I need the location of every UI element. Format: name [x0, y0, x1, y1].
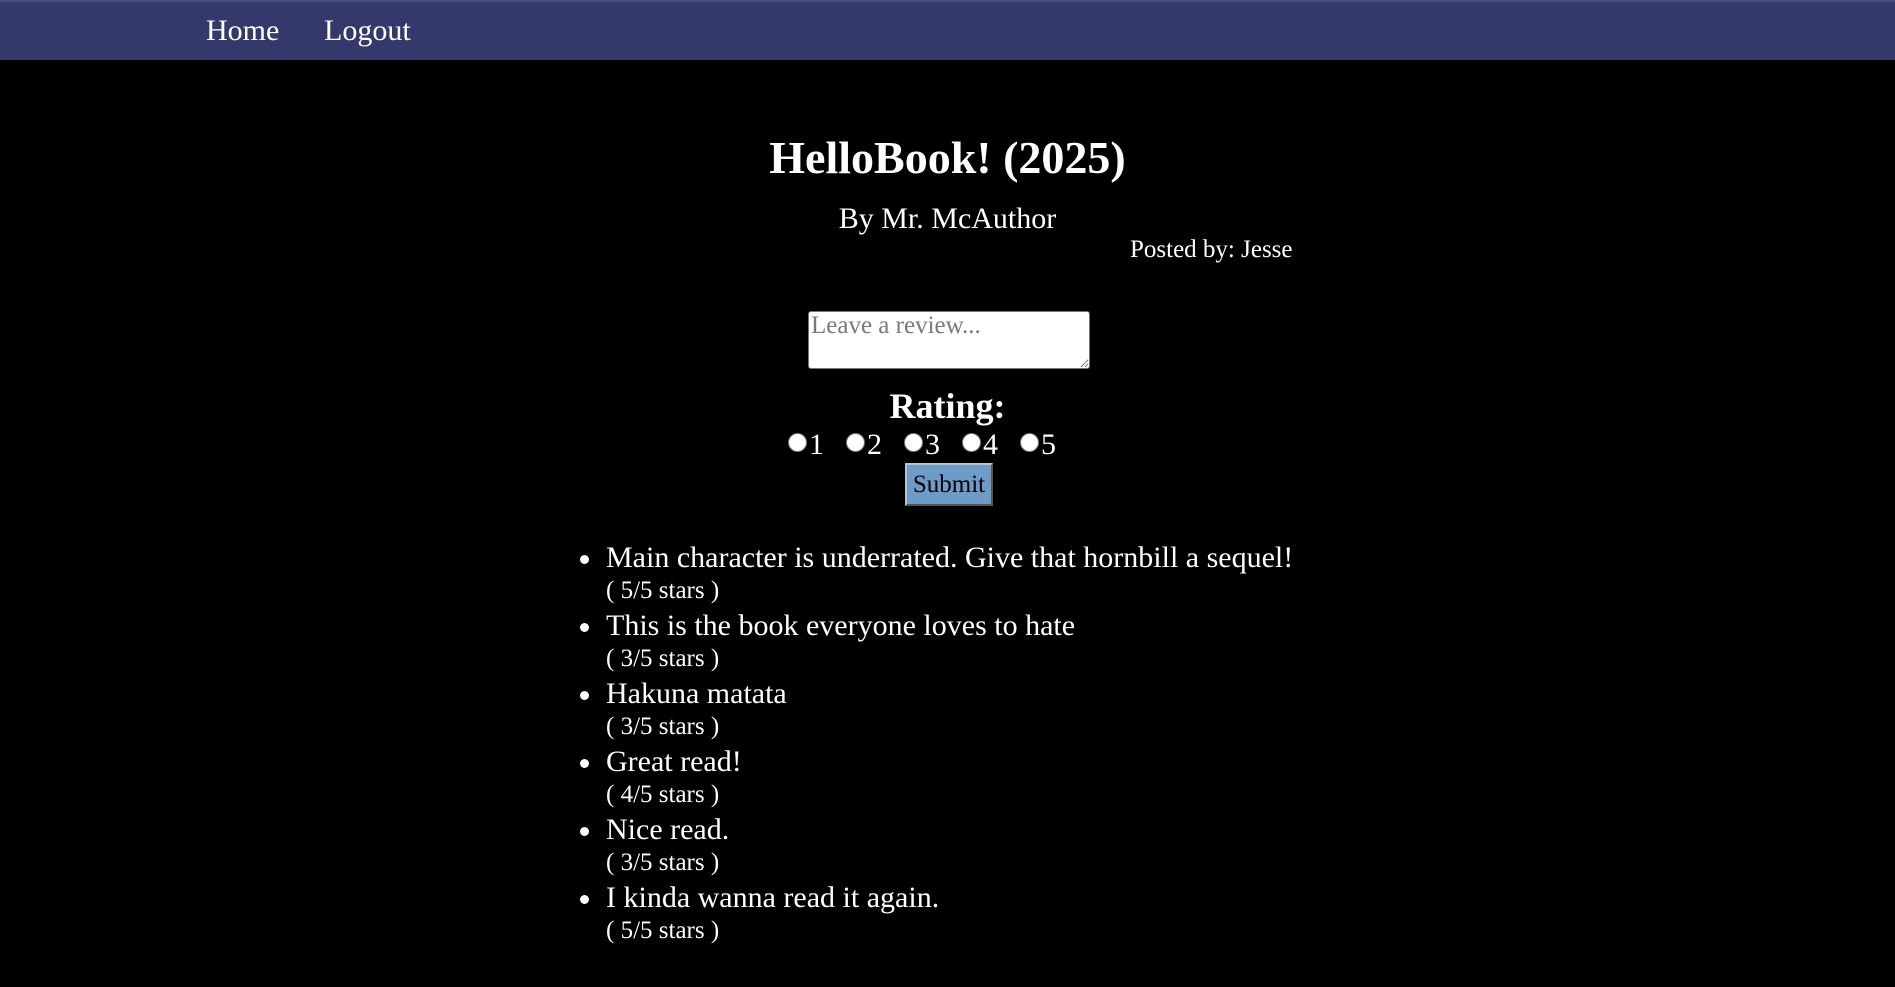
rating-radio-2[interactable] — [846, 432, 865, 452]
rating-option-label: 4 — [983, 428, 998, 461]
bullet-icon — [580, 759, 589, 768]
rating-radio-4[interactable] — [962, 432, 981, 452]
review-stars: ( 3/5 stars ) — [606, 713, 720, 740]
rating-option-label: 3 — [925, 428, 940, 461]
posted-by: Posted by: Jesse — [1130, 236, 1293, 263]
review-text: I kinda wanna read it again. — [606, 881, 940, 914]
rating-option-5[interactable]: 5 — [1020, 428, 1056, 462]
rating-label: Rating: — [889, 386, 1006, 426]
bullet-icon — [580, 555, 589, 564]
rating-option-label: 1 — [809, 428, 824, 461]
rating-option-2[interactable]: 2 — [846, 428, 882, 462]
navbar: Home Logout — [0, 0, 1895, 60]
bullet-icon — [580, 691, 589, 700]
review-text: Great read! — [606, 745, 742, 778]
review-stars: ( 5/5 stars ) — [606, 577, 720, 604]
review-text: Main character is underrated. Give that … — [606, 541, 1294, 574]
review-text: Hakuna matata — [606, 677, 787, 710]
rating-option-3[interactable]: 3 — [904, 428, 940, 462]
bullet-icon — [580, 623, 589, 632]
submit-button[interactable]: Submit — [905, 463, 993, 506]
review-text: This is the book everyone loves to hate — [606, 609, 1076, 642]
review-stars: ( 3/5 stars ) — [606, 645, 720, 672]
rating-option-4[interactable]: 4 — [962, 428, 998, 462]
review-stars: ( 3/5 stars ) — [606, 849, 720, 876]
rating-options: 1 2 3 4 5 — [788, 428, 1078, 462]
bullet-icon — [580, 895, 589, 904]
bullet-icon — [580, 827, 589, 836]
nav-home-link[interactable]: Home — [206, 14, 279, 48]
rating-option-label: 5 — [1041, 428, 1056, 461]
rating-radio-1[interactable] — [788, 432, 807, 452]
book-title: HelloBook! (2025) — [769, 132, 1126, 183]
book-author: By Mr. McAuthor — [838, 202, 1057, 235]
review-stars: ( 5/5 stars ) — [606, 917, 720, 944]
nav-logout-link[interactable]: Logout — [324, 14, 411, 48]
review-input[interactable] — [808, 311, 1090, 369]
rating-option-1[interactable]: 1 — [788, 428, 824, 462]
review-text: Nice read. — [606, 813, 730, 846]
rating-option-label: 2 — [867, 428, 882, 461]
rating-radio-3[interactable] — [904, 432, 923, 452]
review-stars: ( 4/5 stars ) — [606, 781, 720, 808]
rating-radio-5[interactable] — [1020, 432, 1039, 452]
